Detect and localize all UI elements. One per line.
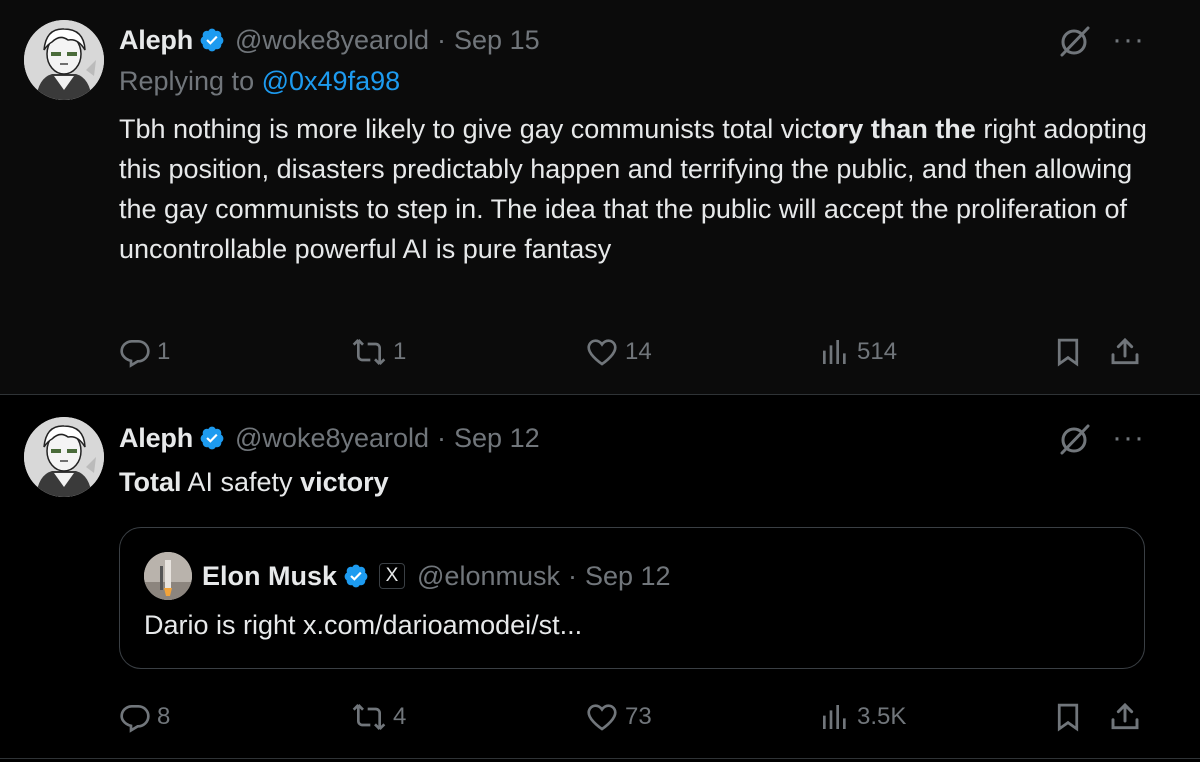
heart-icon (587, 339, 617, 366)
x-affiliate-badge-icon[interactable]: X (379, 563, 406, 589)
like-count: 73 (625, 703, 652, 730)
reply-button[interactable]: 1 (119, 332, 170, 372)
reply-icon (120, 340, 150, 368)
quote-author-name[interactable]: Elon Musk (202, 561, 337, 592)
verified-badge-icon (344, 564, 368, 588)
share-icon (1111, 702, 1139, 730)
reply-icon (120, 705, 150, 733)
tweet-actions: 1 1 14 514 (119, 332, 1149, 372)
author-avatar[interactable] (24, 20, 104, 100)
quoted-tweet-card[interactable]: Elon Musk X @elonmusk · Sep 12 Dario is … (119, 527, 1145, 669)
quote-date[interactable]: Sep 12 (585, 561, 671, 592)
replying-to-label: Replying to (119, 66, 255, 96)
separator: · (437, 24, 447, 55)
share-icon (1111, 337, 1139, 365)
verified-badge-icon (200, 426, 224, 450)
views-button[interactable]: 514 (819, 332, 897, 372)
reply-button[interactable]: 8 (119, 697, 170, 737)
author-name[interactable]: Aleph (119, 25, 193, 56)
reply-count: 1 (157, 338, 171, 365)
author-handle[interactable]: @woke8yearold (235, 25, 429, 56)
text-segment-bold: victory (300, 467, 389, 497)
like-button[interactable]: 73 (585, 697, 652, 737)
heart-icon (587, 704, 617, 731)
quote-author-handle[interactable]: @elonmusk (417, 561, 560, 592)
tweet-date[interactable]: Sep 12 (454, 423, 540, 454)
repost-icon (352, 704, 386, 730)
tweet[interactable]: Aleph @woke8yearold · Sep 12 ··· Total A… (0, 395, 1200, 762)
tweet[interactable]: Aleph @woke8yearold · Sep 15 ··· Replyin… (0, 0, 1200, 394)
quote-author-avatar[interactable] (144, 552, 192, 600)
share-button[interactable] (1109, 697, 1141, 737)
verified-badge-icon (200, 28, 224, 52)
views-button[interactable]: 3.5K (819, 697, 906, 737)
author-name[interactable]: Aleph (119, 423, 193, 454)
repost-button[interactable]: 4 (351, 697, 406, 737)
bookmark-button[interactable] (1053, 332, 1083, 372)
tweet-header: Aleph @woke8yearold · Sep 12 (119, 420, 540, 456)
tweet-date[interactable]: Sep 15 (454, 25, 540, 56)
reply-count: 8 (157, 703, 171, 730)
anime-avatar-icon (24, 20, 104, 100)
repost-count: 4 (393, 703, 407, 730)
bookmark-icon (1057, 703, 1079, 732)
bookmark-icon (1057, 338, 1079, 367)
tweet-divider (0, 758, 1200, 759)
text-segment-bold: Total (119, 467, 182, 497)
share-button[interactable] (1109, 332, 1141, 372)
author-avatar[interactable] (24, 417, 104, 497)
grok-icon[interactable] (1058, 422, 1092, 456)
timeline-feed: Aleph @woke8yearold · Sep 15 ··· Replyin… (0, 0, 1200, 762)
quote-header: Elon Musk X @elonmusk · Sep 12 (202, 556, 671, 596)
anime-avatar-icon (24, 417, 104, 497)
views-icon (823, 340, 846, 364)
text-segment: AI safety (181, 467, 301, 497)
views-count: 514 (857, 338, 898, 365)
repost-icon (352, 339, 386, 365)
text-segment: Tbh nothing is more likely to give gay c… (119, 114, 822, 144)
text-segment-bold: ory than the (821, 114, 976, 144)
quote-text: Dario is right x.com/darioamodei/st... (144, 610, 583, 640)
tweet-text: Total AI safety victory (119, 462, 1149, 502)
grok-icon[interactable] (1058, 24, 1092, 58)
views-count: 3.5K (857, 703, 907, 730)
more-icon[interactable]: ··· (1112, 423, 1145, 453)
separator: · (437, 422, 447, 453)
tweet-header: Aleph @woke8yearold · Sep 15 (119, 22, 540, 58)
repost-button[interactable]: 1 (351, 332, 406, 372)
more-icon[interactable]: ··· (1112, 25, 1145, 55)
rocket-avatar-icon (144, 552, 192, 600)
replying-to: Replying to @0x49fa98 (119, 66, 400, 97)
reply-mention-link[interactable]: @0x49fa98 (262, 66, 401, 96)
bookmark-button[interactable] (1053, 697, 1083, 737)
tweet-actions: 8 4 73 3.5K (119, 697, 1149, 737)
separator: · (567, 560, 577, 591)
author-handle[interactable]: @woke8yearold (235, 423, 429, 454)
tweet-text: Tbh nothing is more likely to give gay c… (119, 109, 1149, 269)
like-count: 14 (625, 338, 652, 365)
views-icon (823, 705, 846, 729)
like-button[interactable]: 14 (585, 332, 652, 372)
repost-count: 1 (393, 338, 407, 365)
